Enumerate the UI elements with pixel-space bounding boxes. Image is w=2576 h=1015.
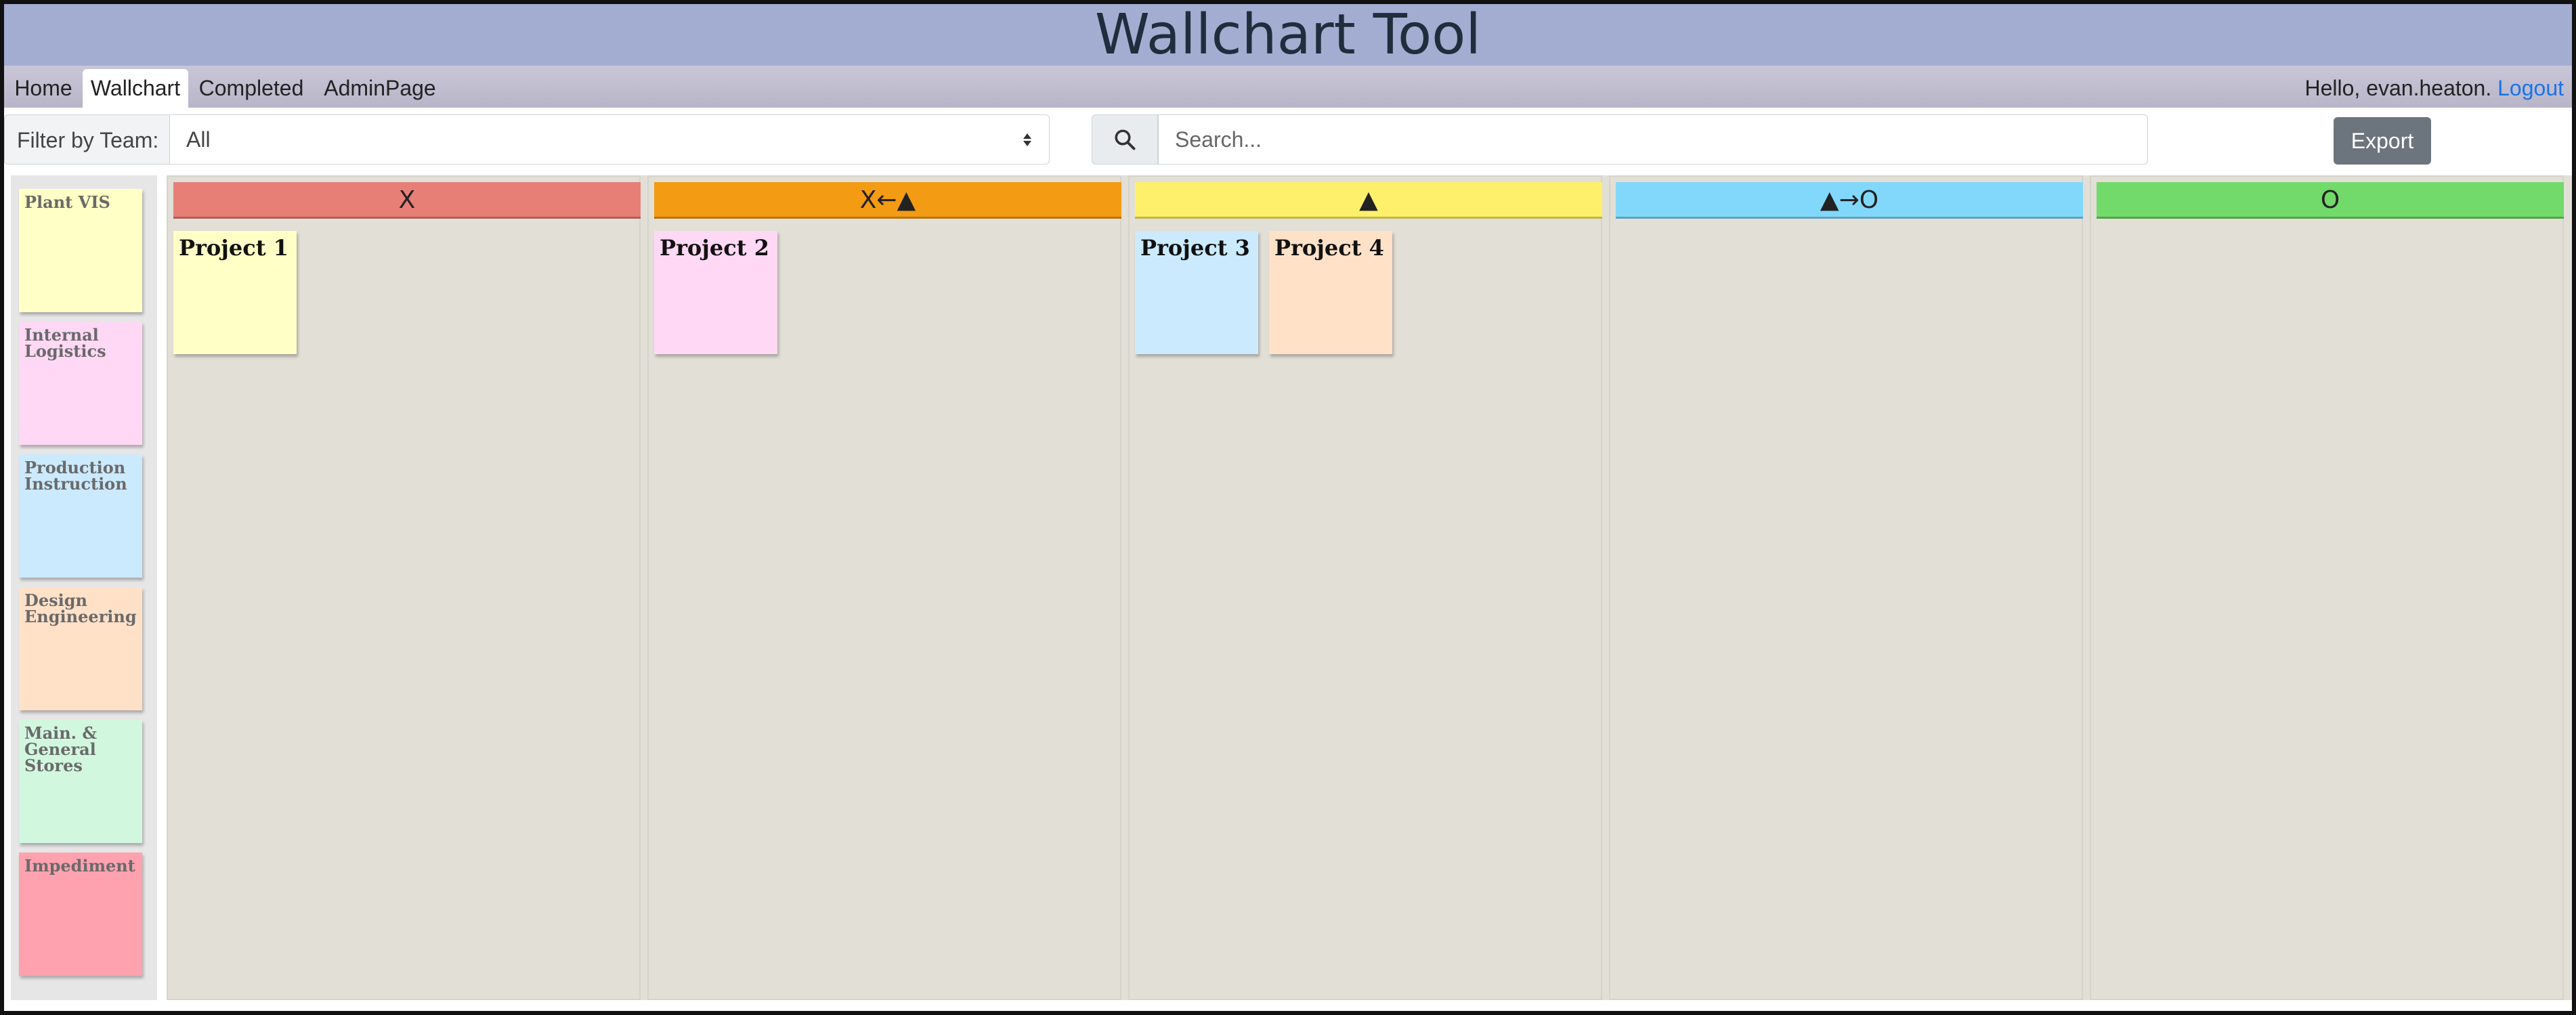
legend-note-impediment: Impediment bbox=[19, 852, 142, 976]
project-card-2[interactable]: Project 2 bbox=[654, 231, 777, 354]
column-header-o: O bbox=[2097, 182, 2564, 219]
column-x-to-triangle: X←▲ Project 2 bbox=[647, 175, 1121, 1000]
search-input[interactable] bbox=[1158, 114, 2148, 165]
toolbar: Filter by Team: All Export bbox=[4, 108, 2572, 169]
title-bar: Wallchart Tool bbox=[4, 3, 2572, 67]
column-header-x: X bbox=[173, 182, 641, 219]
column-header-triangle: ▲ bbox=[1135, 182, 1602, 219]
column-triangle: ▲ Project 3 Project 4 bbox=[1128, 175, 1602, 1000]
nav-tab-adminpage[interactable]: AdminPage bbox=[320, 69, 440, 108]
app-title: Wallchart Tool bbox=[1094, 3, 1482, 67]
project-card-3[interactable]: Project 3 bbox=[1135, 231, 1258, 354]
team-filter-value: All bbox=[186, 127, 211, 152]
nav-bar: Home Wallchart Completed AdminPage Hello… bbox=[4, 66, 2572, 108]
filter-team-label: Filter by Team: bbox=[4, 114, 169, 165]
legend-note-design-engineering: Design Engineering bbox=[19, 587, 142, 710]
user-greeting-area: Hello, evan.heaton. Logout bbox=[2304, 69, 2564, 108]
column-header-x-to-triangle: X←▲ bbox=[654, 182, 1121, 219]
column-triangle-to-o: ▲→O bbox=[1609, 175, 2083, 1000]
column-o: O bbox=[2090, 175, 2564, 1000]
column-header-triangle-to-o: ▲→O bbox=[1616, 182, 2083, 219]
nav-tab-wallchart[interactable]: Wallchart bbox=[83, 69, 188, 108]
wallchart-board: X Project 1 X←▲ Project 2 ▲ Project 3 Pr… bbox=[167, 175, 2572, 1000]
legend-note-internal-logistics: Internal Logistics bbox=[19, 322, 142, 445]
nav-tab-home[interactable]: Home bbox=[8, 69, 79, 108]
user-greeting: Hello, evan.heaton. bbox=[2304, 76, 2492, 100]
legend-note-production-instruction: Production Instruction bbox=[19, 454, 142, 578]
search-button[interactable] bbox=[1092, 114, 1158, 165]
column-x: X Project 1 bbox=[167, 175, 641, 1000]
export-button[interactable]: Export bbox=[2334, 117, 2431, 165]
project-card-1[interactable]: Project 1 bbox=[173, 231, 297, 354]
team-filter-select[interactable]: All bbox=[169, 114, 1050, 165]
app-window: Wallchart Tool Home Wallchart Completed … bbox=[0, 0, 2576, 1015]
legend-sidebar: Plant VIS Internal Logistics Production … bbox=[11, 175, 157, 1000]
search-icon bbox=[1115, 129, 1136, 150]
nav-tab-completed[interactable]: Completed bbox=[194, 69, 309, 108]
legend-note-main-general-stores: Main. & General Stores bbox=[19, 720, 142, 843]
legend-note-plant-vis: Plant VIS bbox=[19, 189, 142, 312]
select-arrows-icon bbox=[1022, 115, 1033, 164]
logout-link[interactable]: Logout bbox=[2497, 76, 2564, 100]
project-card-4[interactable]: Project 4 bbox=[1269, 231, 1392, 354]
